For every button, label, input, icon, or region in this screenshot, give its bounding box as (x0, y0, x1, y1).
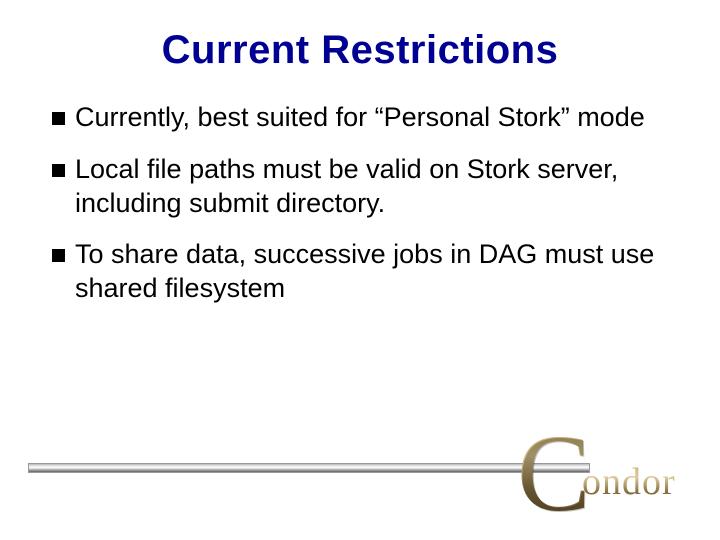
bullet-marker-icon (52, 112, 65, 125)
list-item: Currently, best suited for “Personal Sto… (52, 101, 670, 135)
condor-logo: C ondor (522, 428, 702, 523)
bullet-marker-icon (52, 164, 65, 177)
slide-title: Current Restrictions (0, 28, 720, 73)
divider-bar (28, 463, 590, 473)
bullet-marker-icon (52, 249, 65, 262)
slide: Current Restrictions Currently, best sui… (0, 28, 720, 540)
bullet-text: To share data, successive jobs in DAG mu… (75, 238, 670, 306)
list-item: To share data, successive jobs in DAG mu… (52, 238, 670, 306)
bullet-text: Local file paths must be valid on Stork … (75, 153, 670, 221)
bullet-text: Currently, best suited for “Personal Sto… (75, 101, 670, 135)
logo-initial: C (517, 418, 590, 528)
list-item: Local file paths must be valid on Stork … (52, 153, 670, 221)
bullet-list: Currently, best suited for “Personal Sto… (52, 101, 670, 306)
logo-rest: ondor (582, 460, 676, 504)
